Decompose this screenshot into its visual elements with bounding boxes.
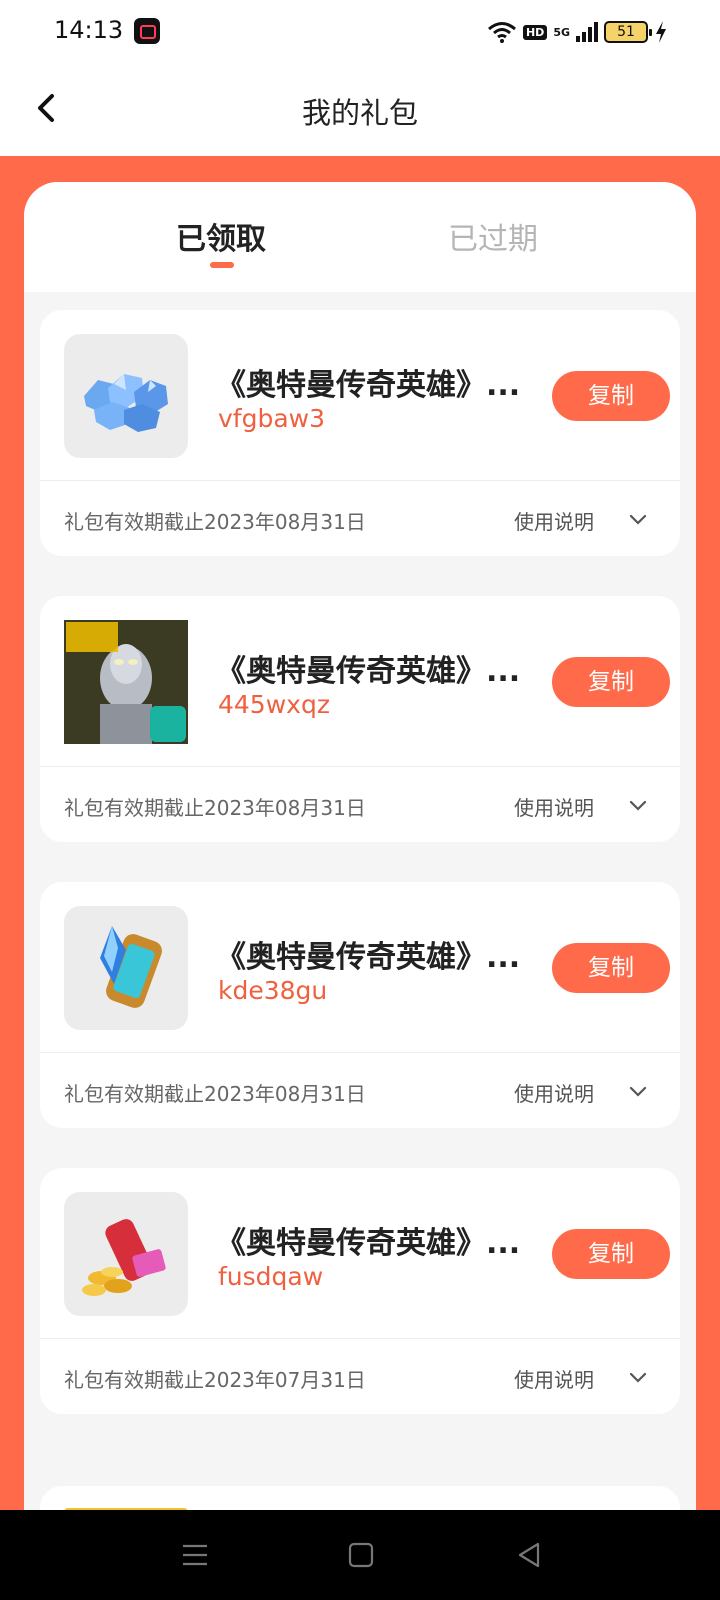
copy-button[interactable]: 复制: [552, 657, 670, 707]
chevron-down-icon[interactable]: [628, 1368, 648, 1388]
tab-bar: 已领取 已过期: [24, 182, 696, 292]
blue-crystals-icon: [64, 334, 188, 458]
gift-title: 《奥特曼传奇英雄》...: [216, 1226, 521, 1261]
gift-expiry: 礼包有效期截止2023年08月31日: [64, 796, 366, 820]
gold-coins-icon: [64, 1192, 188, 1316]
usage-instructions-link[interactable]: 使用说明: [514, 506, 594, 535]
hd-badge: HD: [522, 24, 548, 40]
ultraman-legend-icon: [64, 620, 188, 744]
home-icon[interactable]: [344, 1538, 378, 1572]
divider: [40, 1338, 680, 1339]
gift-panel: 已领取 已过期 《奥特曼传奇英雄》... vfgbaw3 复制 礼包有效期截止2…: [24, 182, 696, 1510]
divider: [40, 480, 680, 481]
gift-card: 《奥特曼传奇英雄》... fusdqaw 复制 礼包有效期截止2023年07月3…: [40, 1168, 680, 1414]
status-bar: 14:13 HD 5G 51: [0, 0, 720, 64]
signal-icon: [576, 22, 598, 42]
status-icons: HD 5G 51: [487, 18, 668, 46]
network-type: 5G: [553, 25, 570, 39]
gift-title: 《奥特曼传奇英雄》...: [216, 368, 521, 403]
copy-button[interactable]: 复制: [552, 1229, 670, 1279]
gift-card: 《奥特曼传奇英雄》... 445wxqz 复制 礼包有效期截止2023年08月3…: [40, 596, 680, 842]
gift-title: 《奥特曼传奇英雄》...: [216, 940, 521, 975]
usage-instructions-link[interactable]: 使用说明: [514, 792, 594, 821]
copy-button[interactable]: 复制: [552, 943, 670, 993]
gift-code: 445wxqz: [218, 690, 330, 719]
page-title: 我的礼包: [301, 96, 418, 130]
energy-capsule-icon: [64, 906, 188, 1030]
app-header: 我的礼包: [0, 64, 720, 156]
system-nav-bar: [0, 1510, 720, 1600]
usage-instructions-link[interactable]: 使用说明: [514, 1364, 594, 1393]
screen-record-icon: [134, 18, 160, 44]
divider: [40, 1052, 680, 1053]
menu-icon[interactable]: [178, 1538, 212, 1572]
back-triangle-icon[interactable]: [512, 1538, 546, 1572]
gift-code: vfgbaw3: [218, 404, 326, 433]
chevron-down-icon[interactable]: [628, 796, 648, 816]
tab-expired[interactable]: 已过期: [448, 214, 538, 258]
wifi-icon: [488, 22, 516, 43]
tab-active-indicator: [210, 262, 234, 268]
gift-card-partial: [40, 1486, 680, 1510]
gift-code: fusdqaw: [218, 1262, 324, 1291]
copy-button[interactable]: 复制: [552, 371, 670, 421]
gift-code: kde38gu: [218, 976, 328, 1005]
gift-card: 《奥特曼传奇英雄》... kde38gu 复制 礼包有效期截止2023年08月3…: [40, 882, 680, 1128]
usage-instructions-link[interactable]: 使用说明: [514, 1078, 594, 1107]
chevron-down-icon[interactable]: [628, 510, 648, 530]
tab-received[interactable]: 已领取: [176, 214, 266, 258]
gift-expiry: 礼包有效期截止2023年07月31日: [64, 1368, 366, 1392]
gift-expiry: 礼包有效期截止2023年08月31日: [64, 1082, 366, 1106]
gift-card: 《奥特曼传奇英雄》... vfgbaw3 复制 礼包有效期截止2023年08月3…: [40, 310, 680, 556]
gift-expiry: 礼包有效期截止2023年08月31日: [64, 510, 366, 534]
divider: [40, 766, 680, 767]
battery-icon: 51: [604, 21, 652, 43]
gift-title: 《奥特曼传奇英雄》...: [216, 654, 521, 689]
status-time: 14:13: [54, 16, 124, 44]
chevron-down-icon[interactable]: [628, 1082, 648, 1102]
charging-icon: [656, 21, 666, 43]
